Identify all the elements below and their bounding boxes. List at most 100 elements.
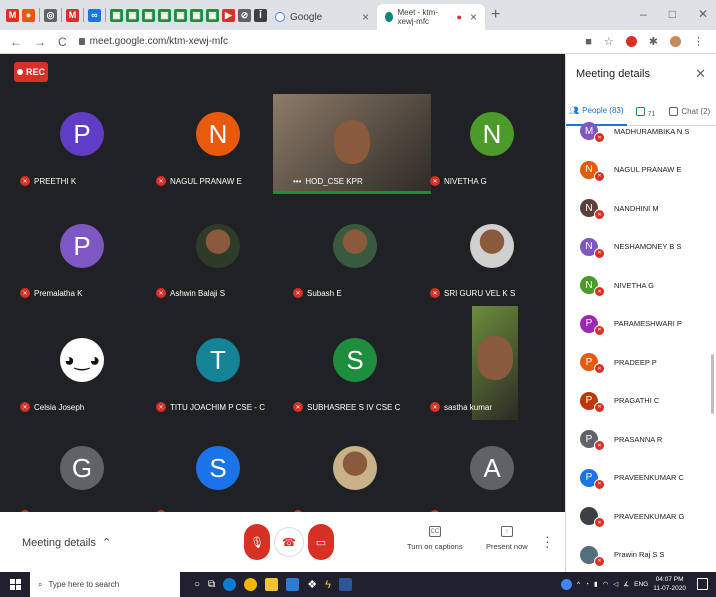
taskbar-search[interactable]: ⌕ Type here to search bbox=[30, 572, 180, 597]
classroom-icon[interactable]: ▣ bbox=[126, 8, 139, 22]
minimize-icon[interactable]: – bbox=[640, 7, 647, 21]
tab-meet[interactable]: Meet - ktm-xewj-mfc ● × bbox=[377, 4, 485, 30]
task-view-icon[interactable]: ⧉ bbox=[208, 579, 215, 590]
avatar-initial: M bbox=[584, 125, 594, 137]
avatar-initial: P bbox=[585, 318, 593, 330]
tab-google[interactable]: Google × bbox=[267, 4, 377, 30]
participant-list-item[interactable]: ✕ PRAVEENKUMAR G bbox=[566, 497, 716, 536]
dropbox-icon[interactable]: ❖ bbox=[307, 578, 317, 591]
participant-tile[interactable]: ••• HOD_CSE KPR bbox=[273, 94, 431, 194]
participant-list-item[interactable]: P ✕ PRASANNA R bbox=[566, 420, 716, 459]
participant-tile[interactable]: T ✕ TITU JOACHIM P CSE - C bbox=[150, 320, 286, 420]
gmail-icon[interactable]: M bbox=[66, 8, 79, 22]
classroom-icon[interactable]: ▣ bbox=[142, 8, 155, 22]
maximize-icon[interactable]: □ bbox=[669, 7, 676, 21]
tray-app-icon[interactable] bbox=[561, 578, 573, 590]
reload-icon[interactable]: C bbox=[58, 35, 67, 49]
wifi-icon[interactable]: ◠ bbox=[603, 580, 609, 588]
edge-icon[interactable] bbox=[223, 578, 237, 591]
extensions-puzzle-icon[interactable]: ✱ bbox=[649, 35, 658, 48]
clock-date: 11-07-2020 bbox=[653, 585, 686, 592]
participant-list-item[interactable]: P ✕ PRAVEENKUMAR C bbox=[566, 459, 716, 498]
participant-name: ✕ NIVETHA G bbox=[430, 176, 487, 186]
forward-icon[interactable]: → bbox=[34, 35, 46, 49]
participant-list-item[interactable]: P ✕ PARAMESHWARI P bbox=[566, 305, 716, 344]
mail-icon[interactable] bbox=[286, 578, 300, 591]
participant-list-item[interactable]: N ✕ NESHAMONEY B S bbox=[566, 228, 716, 267]
participant-name: ✕ PREETHI K bbox=[20, 176, 76, 186]
classroom-icon[interactable]: ▣ bbox=[158, 8, 171, 22]
battery-icon[interactable]: ▮ bbox=[594, 580, 598, 588]
gmail-icon[interactable]: M bbox=[6, 8, 19, 22]
participant-list-item[interactable]: P ✕ PRAGATHI C bbox=[566, 382, 716, 421]
panel-scrollbar[interactable] bbox=[711, 354, 714, 414]
notification-center-icon[interactable] bbox=[697, 578, 708, 590]
participant-tile[interactable]: ◕‿◕ ✕ Celsia Joseph bbox=[14, 320, 150, 420]
pinned-tab-icon[interactable]: ⊘ bbox=[238, 8, 251, 22]
present-now-button[interactable]: ↑ Present now bbox=[486, 526, 528, 551]
classroom-icon[interactable]: ▣ bbox=[206, 8, 219, 22]
participant-tile[interactable]: S ✕ SUBHASREE S IV CSE C bbox=[287, 320, 423, 420]
classroom-icon[interactable]: ▣ bbox=[174, 8, 187, 22]
participant-list-item[interactable]: N ✕ NIVETHA G bbox=[566, 266, 716, 305]
participant-tile[interactable]: ✕ sastha kumar bbox=[424, 306, 560, 420]
classroom-icon[interactable]: ▣ bbox=[190, 8, 203, 22]
meeting-details-toggle[interactable]: Meeting details ⌃ bbox=[22, 536, 111, 550]
start-button[interactable] bbox=[0, 572, 30, 597]
mic-muted-icon: ✕ bbox=[594, 247, 605, 259]
participant-tile[interactable]: N ✕ NIVETHA G bbox=[424, 94, 560, 194]
file-explorer-icon[interactable] bbox=[265, 578, 279, 591]
menu-icon[interactable]: ⋮ bbox=[693, 35, 704, 48]
participant-tile[interactable]: ✕ SRI GURU VEL K S bbox=[424, 206, 560, 306]
mic-muted-icon: ✕ bbox=[156, 176, 166, 186]
extension-icon[interactable] bbox=[625, 36, 637, 47]
close-tab-icon[interactable]: × bbox=[470, 10, 477, 24]
app-icon[interactable]: ϟ bbox=[325, 579, 331, 591]
network-icon[interactable]: ◔ bbox=[585, 581, 589, 588]
participant-list-item[interactable]: P ✕ PRADEEP P bbox=[566, 343, 716, 382]
language-indicator[interactable]: ENG bbox=[634, 581, 648, 588]
bookmark-star-icon[interactable]: ☆ bbox=[604, 35, 614, 48]
pinned-tab-icon[interactable]: ∞ bbox=[88, 8, 101, 22]
participant-list-item[interactable]: N ✕ NANDHINI M bbox=[566, 189, 716, 228]
participant-name-label: SRI GURU VEL K S bbox=[444, 288, 516, 298]
camera-indicator-icon[interactable]: ■ bbox=[585, 36, 592, 48]
cortana-icon[interactable]: ○ bbox=[194, 579, 200, 590]
close-window-icon[interactable]: ✕ bbox=[698, 7, 708, 21]
pinned-tab-icon[interactable]: ● bbox=[22, 8, 35, 22]
participant-list-item[interactable]: N ✕ NAGUL PRANAW E bbox=[566, 151, 716, 190]
participant-list-item[interactable]: M ✕ MADHURAMBIKA N S bbox=[566, 112, 716, 151]
new-tab-button[interactable]: + bbox=[491, 6, 500, 24]
close-tab-icon[interactable]: × bbox=[362, 10, 369, 24]
chrome-icon[interactable] bbox=[244, 578, 258, 591]
camera-toggle-button[interactable]: ▭ bbox=[308, 524, 334, 560]
pinned-tab-icon[interactable]: Ī bbox=[254, 8, 267, 22]
pinned-tab-icon[interactable]: ◎ bbox=[44, 8, 57, 22]
back-icon[interactable]: ← bbox=[10, 35, 22, 49]
participant-tile[interactable]: ✕ Ashwin Balaji S bbox=[150, 206, 286, 306]
volume-icon[interactable]: ◁ bbox=[613, 580, 618, 588]
participant-name: ✕ SUBHASREE S IV CSE C bbox=[293, 402, 400, 412]
participant-list-item[interactable]: ✕ Prawin Raj S S bbox=[566, 536, 716, 573]
youtube-icon[interactable]: ▶ bbox=[222, 8, 235, 22]
participant-tile[interactable]: N ✕ NAGUL PRANAW E bbox=[150, 94, 286, 194]
profile-avatar[interactable] bbox=[670, 36, 681, 47]
word-icon[interactable] bbox=[338, 578, 352, 591]
leave-call-button[interactable]: ☎ bbox=[274, 527, 304, 557]
participant-list-avatar: N ✕ bbox=[580, 199, 605, 221]
participant-tile[interactable]: P ✕ PREETHI K bbox=[14, 94, 150, 194]
classroom-icon[interactable]: ▣ bbox=[110, 8, 123, 22]
close-panel-icon[interactable]: ✕ bbox=[695, 66, 706, 82]
url-field[interactable]: meet.google.com/ktm-xewj-mfc bbox=[78, 36, 228, 47]
participant-tile[interactable]: ✕ Subash E bbox=[287, 206, 423, 306]
taskbar-apps: ○ ⧉ ❖ ϟ bbox=[194, 578, 352, 591]
participant-list-name: MADHURAMBIKA N S bbox=[614, 126, 690, 136]
participant-tile[interactable]: P ✕ Premalatha K bbox=[14, 206, 150, 306]
clock[interactable]: 04:07 PM 11-07-2020 bbox=[653, 575, 686, 593]
captions-button[interactable]: CC Turn on captions bbox=[407, 526, 463, 551]
tray-chevron-icon[interactable]: ^ bbox=[577, 581, 580, 588]
ime-icon[interactable]: ∡ bbox=[623, 580, 629, 588]
more-options-icon[interactable]: · · · bbox=[545, 529, 550, 553]
pinned-tabs: M ● ◎ M ∞ ▣ ▣ ▣ ▣ ▣ ▣ ▣ ▶ ⊘ Ī bbox=[6, 8, 267, 22]
microphone-toggle-button[interactable]: 🎙︎ bbox=[244, 524, 270, 560]
